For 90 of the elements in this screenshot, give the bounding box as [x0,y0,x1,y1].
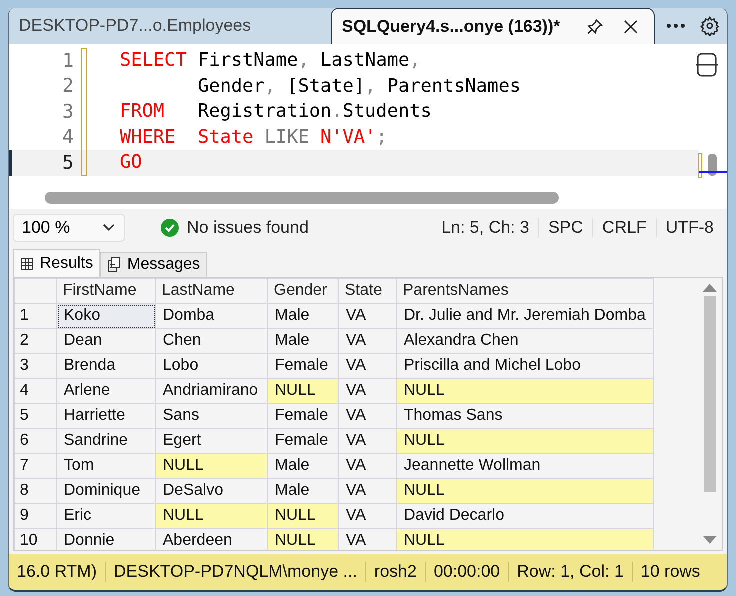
status-item[interactable]: UTF-8 [656,218,723,238]
grid-icon [20,256,34,271]
table-cell: VA [338,378,396,404]
column-header[interactable]: LastName [156,278,268,304]
table-cell: Female [268,404,338,429]
table-cell: Andriamirano [156,378,268,404]
table-cell: Chen [156,328,268,354]
table-cell: Koko [56,304,156,329]
table-cell: Dominique [56,478,156,504]
scrollbar[interactable] [704,296,716,492]
table-cell: Arlene [56,378,156,404]
column-header[interactable]: State [338,278,396,304]
status-item: 10 rows [632,562,708,582]
status-item[interactable]: CRLF [592,218,656,238]
table-cell: Egert [156,428,268,454]
status-item[interactable]: SPC [538,218,592,238]
table-cell: VA [338,428,396,454]
table-cell: VA [338,528,396,550]
code-text: SELECT FirstName, LastName, [120,50,421,72]
scroll-down-icon[interactable] [703,536,717,544]
table-cell: Aberdeen [156,528,268,550]
scroll-up-icon[interactable] [703,284,717,292]
table-cell: Lobo [156,354,268,379]
table-cell: Harriette [56,404,156,429]
table-cell: DeSalvo [156,478,268,504]
issues-status: No issues found [187,218,309,238]
line-number: 1 [62,50,74,72]
table-cell: VA [338,478,396,504]
column-header[interactable]: Gender [268,278,338,304]
table-cell: Thomas Sans [396,404,654,429]
table-cell: Male [268,304,338,329]
table-cell: NULL [268,378,338,404]
table-cell: Alexandra Chen [396,328,654,354]
table-cell: NULL [156,454,268,479]
table-cell: Sans [156,404,268,429]
table-cell: VA [338,404,396,429]
table-cell: NULL [396,428,654,454]
status-item: 00:00:00 [424,562,508,582]
table-cell: Priscilla and Michel Lobo [396,354,654,379]
table-cell: Dr. Julie and Mr. Jeremiah Domba [396,304,654,329]
table-cell: Eric [56,504,156,529]
document-tab[interactable]: SQLQuery4.s...onye (163))* [331,8,655,44]
table-cell: David Decarlo [396,504,654,529]
table-cell: NULL [156,504,268,529]
line-number: 5 [62,152,74,174]
status-item: 16.0 RTM) [16,562,98,582]
split-icon[interactable] [695,52,719,78]
table-cell: NULL [268,528,338,550]
table-cell: VA [338,304,396,329]
table-cell: NULL [396,378,654,404]
status-item: DESKTOP-PD7NQLM\monye ... [105,562,366,582]
results-tab[interactable]: Messages [100,252,208,278]
chevron-down-icon [102,223,116,234]
column-header[interactable]: FirstName [56,278,156,304]
status-item: rosh2 [365,562,425,582]
table-cell: Male [268,478,338,504]
table-cell: NULL [396,478,654,504]
table-cell: Sandrine [56,428,156,454]
table-cell: Male [268,454,338,479]
table-cell: VA [338,328,396,354]
scrollbar[interactable] [45,192,559,204]
column-header[interactable]: ParentsNames [396,278,654,304]
table-cell: Domba [156,304,268,329]
line-number: 2 [62,75,74,98]
table-cell: Male [268,328,338,354]
status-item[interactable]: Ln: 5, Ch: 3 [432,218,538,238]
table-cell: NULL [268,504,338,529]
line-number: 4 [62,126,74,148]
table-cell: Donnie [56,528,156,550]
check-icon [161,219,179,238]
scroll-marker [697,152,727,180]
line-number: 3 [62,100,74,123]
table-cell: NULL [396,528,654,550]
zoom-dropdown[interactable]: 100 % [13,214,125,242]
table-cell: Jeannette Wollman [396,454,654,479]
code-text: FROM Registration.Students [120,101,432,122]
table-cell: Female [268,428,338,454]
table-cell: VA [338,454,396,479]
code-text: Gender, [State], ParentsNames [196,76,521,97]
messages-icon [107,257,122,274]
table-cell: VA [338,354,396,379]
code-text: GO [120,152,142,174]
table-cell: Brenda [56,354,156,379]
table-cell: Dean [56,328,156,354]
code-text: WHERE State LIKE N'VA'; [120,126,388,148]
table-cell: VA [338,504,396,529]
status-item: Row: 1, Col: 1 [508,562,632,582]
table-cell: Female [268,354,338,379]
results-tab[interactable]: Results [13,249,100,278]
table-cell: Tom [56,454,156,479]
